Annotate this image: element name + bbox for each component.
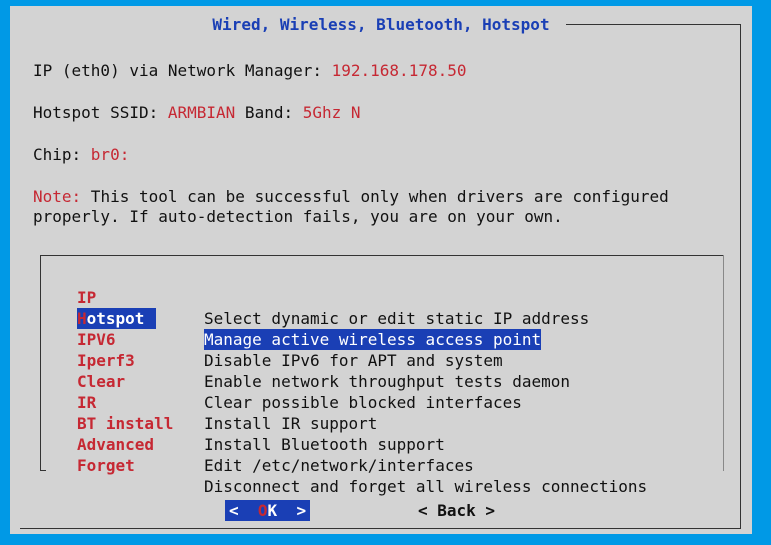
- menu-item-clear[interactable]: Clear Clear possible blocked interfaces: [40, 350, 724, 412]
- ip-value: 192.168.178.50: [331, 61, 467, 80]
- ip-line: IP (eth0) via Network Manager: 192.168.1…: [33, 61, 466, 81]
- menu-top-line: [40, 255, 724, 256]
- ok-button[interactable]: < OK >: [225, 500, 311, 521]
- dialog-title: Wired, Wireless, Bluetooth, Hotspot: [212, 15, 550, 34]
- frame-right-line: [740, 24, 741, 529]
- menu-item-ipv6[interactable]: IPV6 Disable IPv6 for APT and system: [40, 308, 724, 370]
- menu-item-advanced[interactable]: Advanced Edit /etc/network/interfaces: [40, 413, 724, 475]
- menu-item-ip[interactable]: IP Select dynamic or edit static IP addr…: [40, 266, 724, 328]
- ssid-label: Hotspot SSID:: [33, 103, 168, 122]
- frame-bottom-line: [20, 528, 741, 529]
- note-text-1: This tool can be successful only when dr…: [81, 187, 669, 206]
- band-value: 5Ghz N: [302, 103, 361, 122]
- menu-item-hotspot[interactable]: Hotspot Manage active wireless access po…: [40, 287, 724, 350]
- note-text-2: properly. If auto-detection fails, you a…: [33, 207, 563, 226]
- menu-tag-forget: Forget: [77, 456, 135, 475]
- band-label: Band:: [235, 103, 303, 122]
- ok-button-hotkey: O: [257, 501, 268, 520]
- menu-item-iperf3[interactable]: Iperf3 Enable network throughput tests d…: [40, 329, 724, 391]
- note-line-2: properly. If auto-detection fails, you a…: [33, 207, 563, 227]
- chip-value: br0:: [90, 145, 130, 164]
- chip-line: Chip: br0:: [33, 145, 129, 165]
- menu-item-bt-install[interactable]: BT install Install Bluetooth support: [40, 392, 724, 454]
- note-label: Note:: [33, 187, 82, 206]
- ok-button-right: K >: [267, 501, 307, 520]
- ok-button-left: <: [229, 501, 258, 520]
- menu-list: IP Select dynamic or edit static IP addr…: [40, 255, 724, 496]
- menu-item-forget[interactable]: Forget Disconnect and forget all wireles…: [40, 434, 724, 496]
- ssid-value: ARMBIAN: [167, 103, 236, 122]
- chip-label: Chip:: [33, 145, 91, 164]
- dialog-window: Wired, Wireless, Bluetooth, Hotspot IP (…: [10, 6, 752, 534]
- menu-desc-forget: Disconnect and forget all wireless conne…: [204, 477, 648, 496]
- menu-item-ir[interactable]: IR Install IR support: [40, 371, 724, 433]
- ip-label: IP (eth0) via Network Manager:: [33, 61, 332, 80]
- menu-desc-advanced: Edit /etc/network/interfaces: [204, 456, 474, 475]
- back-button[interactable]: < Back >: [418, 500, 495, 521]
- hotspot-line: Hotspot SSID: ARMBIAN Band: 5Ghz N: [33, 103, 361, 123]
- note-line-1: Note: This tool can be successful only w…: [33, 187, 669, 207]
